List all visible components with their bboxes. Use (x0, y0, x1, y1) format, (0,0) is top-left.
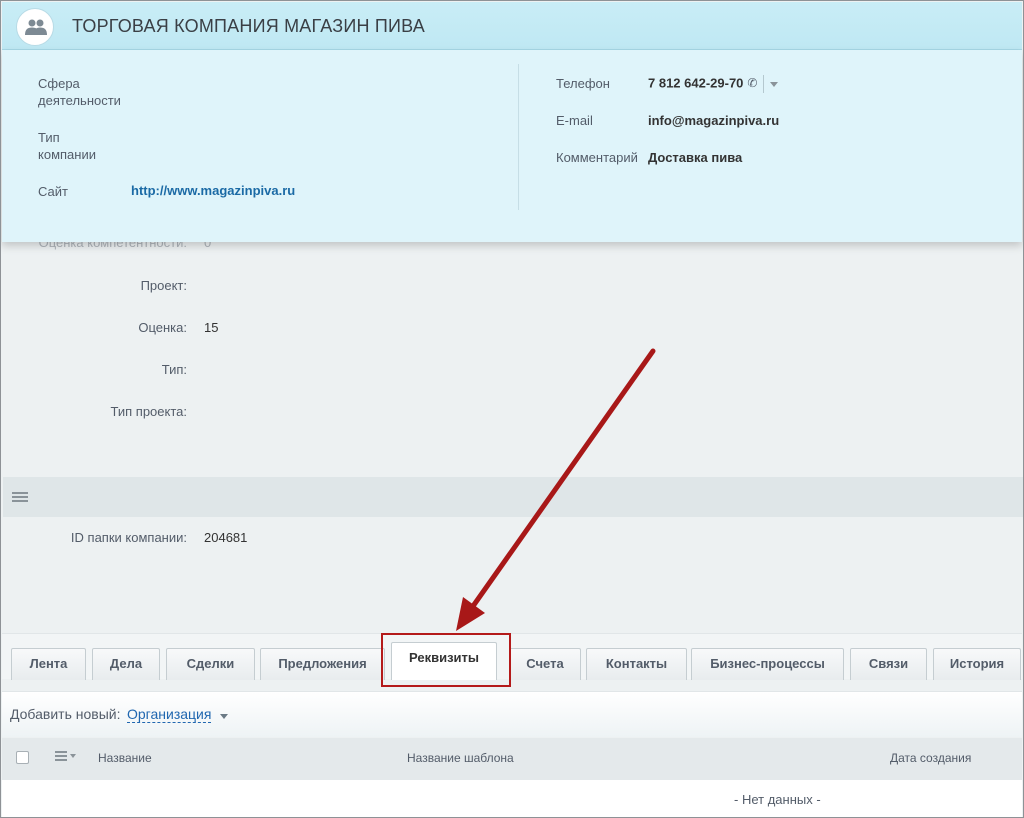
tabs-bar: Лента Дела Сделки Предложения Счета Конт… (2, 633, 1022, 680)
field-row-rating: Оценка: 15 (1, 320, 1023, 340)
empty-state-text: - Нет данных - (734, 792, 821, 807)
grid-body: - Нет данных - (2, 780, 1022, 817)
comment-value: Доставка пива (648, 150, 743, 165)
field-row-folder-id: ID папки компании: 204681 (1, 530, 1023, 550)
company-header: ТОРГОВАЯ КОМПАНИЯ МАГАЗИН ПИВА (2, 2, 1022, 50)
info-label-sphere: Сфера деятельности (38, 76, 121, 108)
info-label-comment: Комментарий (556, 150, 638, 165)
phone-icon[interactable]: ✆ (747, 76, 757, 90)
info-label-email: E-mail (556, 113, 593, 128)
field-label: Тип: (161, 362, 187, 377)
tab-links[interactable]: Связи (850, 648, 927, 680)
tab-feed[interactable]: Лента (11, 648, 86, 680)
column-menu-icon[interactable] (55, 751, 77, 763)
field-row-type: Тип: (1, 362, 1023, 382)
email-link[interactable]: info@magazinpiva.ru (648, 113, 779, 128)
section-header (3, 477, 1023, 517)
info-label-phone: Телефон (556, 76, 610, 91)
add-new-bar: Добавить новый: Организация (2, 691, 1022, 737)
tab-deals[interactable]: Сделки (166, 648, 255, 680)
dropdown-arrow-icon[interactable] (770, 81, 779, 87)
select-all-checkbox[interactable] (16, 751, 29, 764)
company-avatar-icon (16, 8, 54, 46)
tab-quotes[interactable]: Предложения (260, 648, 385, 680)
phone-value[interactable]: 7 812 642-29-70 (648, 75, 743, 90)
hamburger-icon[interactable] (12, 492, 28, 502)
field-label: Проект: (140, 278, 187, 293)
info-label-site: Сайт (38, 184, 68, 199)
field-row-project-type: Тип проекта: (1, 404, 1023, 424)
tab-history[interactable]: История (933, 648, 1021, 680)
field-value: 204681 (204, 530, 248, 545)
column-header-created[interactable]: Дата создания (890, 751, 971, 765)
field-label: ID папки компании: (70, 530, 187, 545)
field-label: Оценка: (138, 320, 187, 335)
site-link[interactable]: http://www.magazinpiva.ru (131, 183, 295, 198)
company-details-panel: Оценка компетентности: 0 Проект: Оценка:… (1, 233, 1023, 633)
add-new-label: Добавить новый: (10, 706, 121, 722)
field-label: Тип проекта: (110, 404, 188, 419)
chevron-down-icon[interactable] (220, 714, 228, 719)
phone-field: 7 812 642-29-70 ✆ (648, 75, 779, 95)
field-row-project: Проект: (1, 278, 1023, 298)
crm-window: Оценка компетентности: 0 Проект: Оценка:… (0, 0, 1024, 818)
column-header-name[interactable]: Название (98, 751, 152, 765)
tab-activities[interactable]: Дела (92, 648, 160, 680)
add-new-type-dropdown[interactable]: Организация (127, 706, 212, 723)
info-divider (518, 64, 519, 210)
tab-contacts[interactable]: Контакты (586, 648, 687, 680)
column-header-template[interactable]: Название шаблона (407, 751, 514, 765)
company-info-card: Сфера деятельности Тип компании Сайт htt… (2, 50, 1022, 242)
tab-requisites[interactable]: Реквизиты (391, 642, 497, 680)
tab-invoices[interactable]: Счета (509, 648, 581, 680)
info-label-company-type: Тип компании (38, 130, 96, 162)
field-value: 15 (204, 320, 219, 335)
company-title: ТОРГОВАЯ КОМПАНИЯ МАГАЗИН ПИВА (72, 16, 425, 36)
tab-business-processes[interactable]: Бизнес-процессы (691, 648, 844, 680)
grid-header: Название Название шаблона Дата создания (2, 738, 1022, 780)
